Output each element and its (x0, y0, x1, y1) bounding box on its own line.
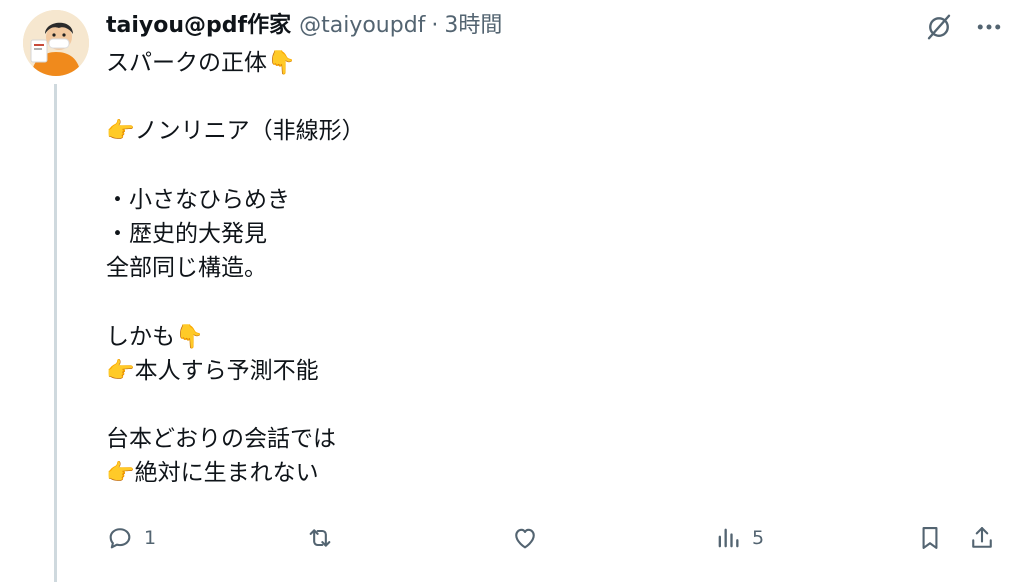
like-button[interactable] (511, 520, 539, 556)
post-line: しかも👇 (106, 323, 204, 350)
post-timestamp[interactable]: 3時間 (444, 8, 502, 44)
share-button[interactable] (968, 520, 996, 556)
post-top-actions (906, 10, 1006, 44)
display-name[interactable]: taiyou@pdf作家 (106, 8, 291, 44)
post-line: 👉絶対に生まれない (106, 460, 319, 487)
like-icon (515, 528, 535, 549)
reply-icon (109, 528, 131, 549)
grok-icon[interactable] (922, 10, 956, 44)
repost-icon (309, 529, 331, 547)
separator-dot: · (431, 13, 439, 38)
views-button[interactable]: 5 (714, 520, 764, 556)
post-line (106, 149, 966, 183)
post-line: 台本どおりの会話では (106, 426, 336, 453)
post-line: スパークの正体👇 (106, 50, 296, 76)
views-count: 5 (752, 527, 765, 549)
reply-count: 1 (144, 527, 157, 549)
post-line: ・小さなひらめき (106, 186, 290, 213)
post-line (106, 80, 966, 114)
repost-button[interactable] (306, 520, 334, 556)
more-icon[interactable] (972, 10, 1006, 44)
post-line (106, 388, 966, 422)
post-line: 👉本人すら予測不能 (106, 357, 319, 384)
user-handle[interactable]: @taiyoupdf (299, 8, 425, 44)
post-line: ・歴史的大発見 (106, 220, 267, 247)
action-bar: 1 5 (106, 520, 1000, 556)
avatar[interactable] (23, 10, 89, 76)
views-icon (718, 528, 739, 548)
bookmark-icon (922, 527, 938, 549)
post-line: 全部同じ構造。 (106, 255, 267, 282)
post-line: 👉ノンリニア（非線形） (106, 118, 365, 145)
avatar-illustration (23, 10, 89, 76)
thread-line (54, 84, 57, 582)
post-text: スパークの正体👇 👉ノンリニア（非線形） ・小さなひらめき ・歴史的大発見 全部… (106, 46, 966, 490)
bookmark-button[interactable] (916, 520, 944, 556)
post-line (106, 285, 966, 319)
post-header: taiyou@pdf作家 @taiyoupdf · 3時間 (106, 8, 502, 44)
share-icon (972, 527, 992, 548)
reply-button[interactable]: 1 (106, 520, 156, 556)
